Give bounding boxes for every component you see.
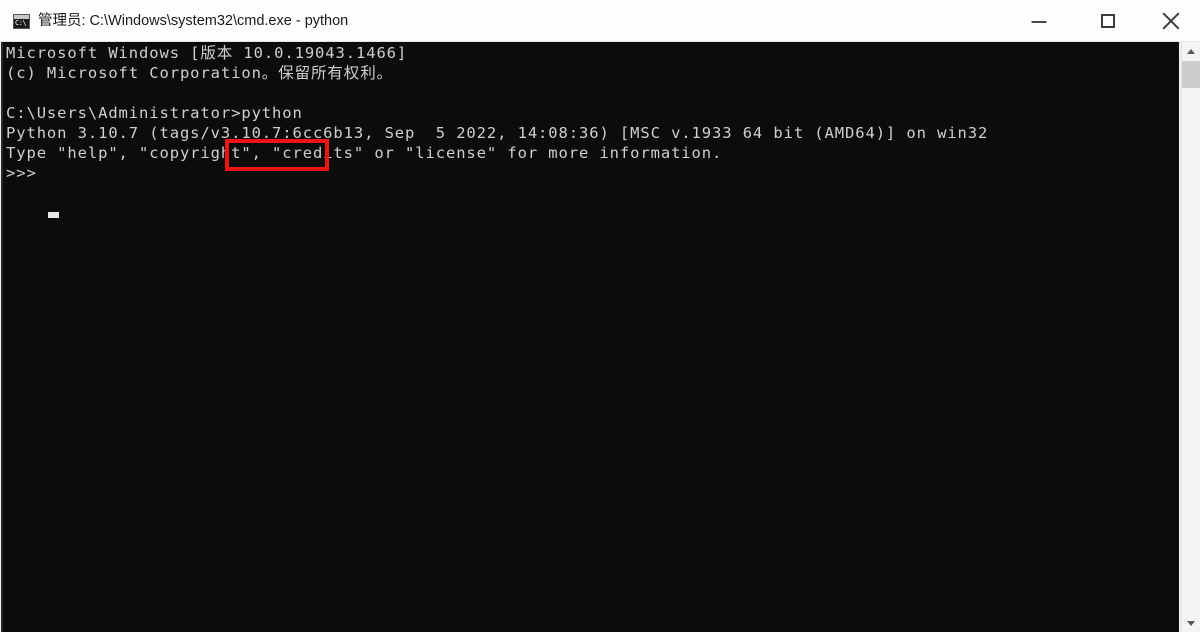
maximize-button[interactable] (1085, 0, 1131, 42)
window-title: 管理员: C:\Windows\system32\cmd.exe - pytho… (38, 13, 349, 29)
icon-prompt-text: C:\ (15, 19, 27, 27)
title-bar[interactable]: C:\ 管理员: C:\Windows\system32\cmd.exe - p… (0, 0, 1200, 42)
scroll-up-button[interactable] (1182, 42, 1200, 60)
vertical-scrollbar[interactable] (1181, 42, 1200, 640)
console-frame: Microsoft Windows [版本 10.0.19043.1466] (… (0, 42, 1200, 640)
close-button[interactable] (1148, 0, 1194, 42)
close-icon (1162, 12, 1180, 30)
scroll-down-button[interactable] (1182, 614, 1200, 632)
text-cursor (48, 212, 59, 218)
console-output-area[interactable]: Microsoft Windows [版本 10.0.19043.1466] (… (1, 42, 1179, 632)
console-text: Microsoft Windows [版本 10.0.19043.1466] (… (6, 44, 989, 182)
command-prompt-window: C:\ 管理员: C:\Windows\system32\cmd.exe - p… (0, 0, 1200, 640)
chevron-up-icon (1187, 49, 1195, 54)
maximize-icon (1101, 14, 1115, 28)
cmd-console-icon: C:\ (13, 14, 30, 29)
chevron-down-icon (1187, 621, 1195, 626)
window-bottom-edge (0, 632, 1200, 640)
minimize-button[interactable] (1016, 0, 1062, 42)
scrollbar-track[interactable] (1182, 88, 1200, 614)
minimize-icon (1031, 21, 1047, 23)
scrollbar-thumb[interactable] (1182, 61, 1200, 88)
